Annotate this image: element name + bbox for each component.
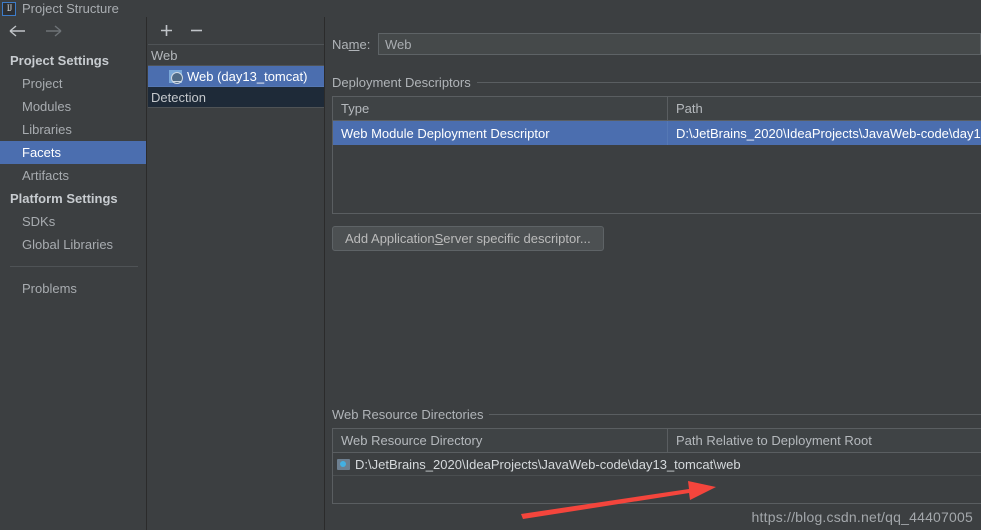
- navigation-arrows: [0, 17, 146, 45]
- wr-table-row[interactable]: D:\JetBrains_2020\IdeaProjects\JavaWeb-c…: [333, 453, 981, 475]
- sidebar-divider: [10, 266, 138, 267]
- facet-detection-row[interactable]: Detection: [148, 87, 324, 108]
- sidebar-group-project-settings: Project Settings: [10, 53, 109, 68]
- deployment-descriptors-title: Deployment Descriptors: [332, 74, 471, 90]
- deployment-descriptors-table: Type Path Web Module Deployment Descript…: [332, 96, 981, 214]
- web-globe-icon: [169, 69, 183, 84]
- wr-table-header-row: Web Resource Directory Path Relative to …: [333, 429, 981, 453]
- section-divider-line-2: [489, 413, 981, 415]
- sidebar-item-global-libraries[interactable]: Global Libraries: [0, 233, 146, 256]
- name-input[interactable]: Web: [378, 33, 981, 55]
- web-resource-directories-header: Web Resource Directories: [332, 406, 981, 422]
- sidebar-item-modules[interactable]: Modules: [0, 95, 146, 118]
- column-header-path-relative[interactable]: Path Relative to Deployment Root: [668, 429, 981, 452]
- sidebar-item-artifacts[interactable]: Artifacts: [0, 164, 146, 187]
- sidebar-item-sdks[interactable]: SDKs: [0, 210, 146, 233]
- module-folder-icon: [337, 458, 350, 470]
- intellij-idea-icon: IJ: [2, 1, 16, 16]
- cell-path: D:\JetBrains_2020\IdeaProjects\JavaWeb-c…: [676, 125, 981, 141]
- facets-toolbar: [148, 17, 324, 45]
- column-header-type[interactable]: Type: [333, 97, 668, 120]
- section-divider-line: [476, 81, 981, 83]
- cell-directory-path: D:\JetBrains_2020\IdeaProjects\JavaWeb-c…: [355, 456, 741, 472]
- table-header-row: Type Path: [333, 97, 981, 121]
- sidebar-item-project[interactable]: Project: [0, 72, 146, 95]
- settings-sidebar: Project Settings Project Modules Librari…: [0, 17, 147, 530]
- deployment-descriptors-header: Deployment Descriptors: [332, 74, 981, 90]
- facet-item-label: Web (day13_tomcat): [187, 68, 308, 84]
- add-application-server-descriptor-button[interactable]: Add Application Server specific descript…: [332, 226, 604, 251]
- minus-icon[interactable]: [188, 22, 204, 40]
- sidebar-group-platform-settings: Platform Settings: [10, 191, 118, 206]
- cell-type: Web Module Deployment Descriptor: [333, 121, 668, 145]
- sidebar-item-libraries[interactable]: Libraries: [0, 118, 146, 141]
- back-arrow-icon[interactable]: [6, 21, 28, 41]
- watermark-text: https://blog.csdn.net/qq_44407005: [751, 509, 973, 525]
- facet-settings-content: Name: Web Deployment Descriptors Type Pa…: [326, 17, 981, 530]
- column-header-web-resource-directory[interactable]: Web Resource Directory: [333, 429, 668, 452]
- web-resource-directories-title: Web Resource Directories: [332, 406, 484, 422]
- facet-group-web[interactable]: Web: [148, 45, 324, 66]
- facet-item-web-day13-tomcat[interactable]: Web (day13_tomcat): [148, 66, 324, 87]
- project-structure-dialog: IJ Project Structure Project Settings Pr…: [0, 0, 981, 530]
- wr-table-empty-area: [333, 475, 981, 503]
- table-row[interactable]: Web Module Deployment Descriptor D:\JetB…: [333, 121, 981, 145]
- web-resource-directories-table: Web Resource Directory Path Relative to …: [332, 428, 981, 504]
- sidebar-item-problems[interactable]: Problems: [0, 277, 146, 300]
- window-title: Project Structure: [22, 1, 119, 16]
- cell-web-resource-directory: D:\JetBrains_2020\IdeaProjects\JavaWeb-c…: [333, 457, 741, 472]
- name-input-value: Web: [385, 36, 412, 52]
- name-label: Name:: [332, 36, 371, 52]
- facets-list: Web Web (day13_tomcat) Detection: [148, 45, 324, 108]
- title-bar: IJ Project Structure: [0, 0, 981, 17]
- sidebar-nav-list: Project Settings Project Modules Librari…: [0, 45, 146, 300]
- column-header-path[interactable]: Path: [668, 97, 981, 120]
- facets-panel: Web Web (day13_tomcat) Detection: [148, 17, 325, 530]
- table-empty-area: [333, 145, 981, 213]
- forward-arrow-icon[interactable]: [42, 21, 64, 41]
- plus-icon[interactable]: [158, 22, 174, 40]
- name-row: Name: Web: [332, 32, 981, 56]
- sidebar-item-facets[interactable]: Facets: [0, 141, 146, 164]
